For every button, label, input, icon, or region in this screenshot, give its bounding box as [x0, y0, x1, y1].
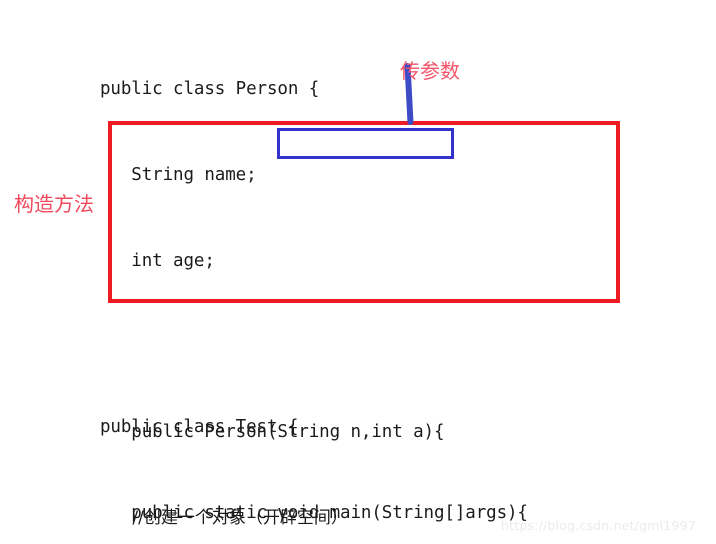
code-line-class-person-decl: public class Person {	[100, 79, 320, 100]
watermark-text: https://blog.csdn.net/gml1997	[501, 518, 696, 533]
parameters-annotation-label: 传参数	[400, 59, 460, 83]
code-block-test: public class Test { public static void m…	[100, 356, 660, 544]
code-line-field-name: String name;	[100, 164, 257, 185]
constructor-annotation-label: 构造方法	[14, 192, 94, 216]
code-line-field-age: int age;	[100, 250, 215, 271]
screenshot-canvas: public class Person { String name; int a…	[0, 0, 716, 544]
code-line-class-test-decl: public class Test {	[100, 417, 299, 438]
